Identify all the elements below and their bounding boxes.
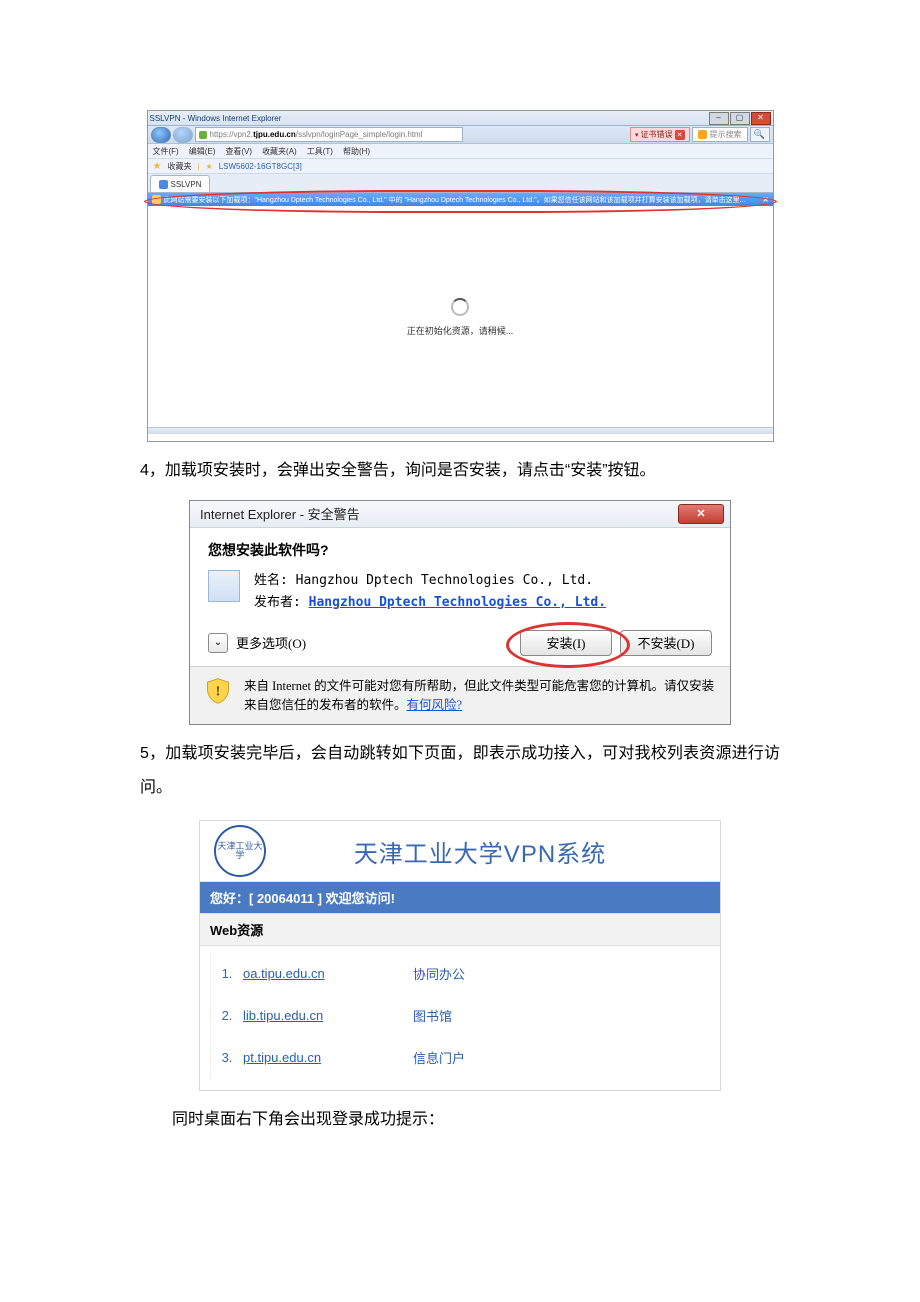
vpn-section-header: Web资源: [200, 913, 720, 946]
loading-text: 正在初始化资源，请稍候...: [407, 324, 514, 337]
info-bar-text: 此网站需要安装以下加载项："Hangzhou Dptech Technologi…: [164, 195, 746, 205]
addon-info-bar[interactable]: 此网站需要安装以下加载项："Hangzhou Dptech Technologi…: [148, 193, 773, 206]
favorites-label: 收藏夹: [167, 161, 191, 172]
vpn-resource-list: 1. oa.tipu.edu.cn 协同办公 2. lib.tipu.edu.c…: [200, 946, 720, 1090]
tab-label: SSLVPN: [171, 180, 202, 189]
publisher-link[interactable]: Hangzhou Dptech Technologies Co., Ltd.: [309, 595, 606, 610]
ie-window: SSLVPN - Windows Internet Explorer – ▢ ✕…: [147, 110, 774, 442]
vpn-row: 2. lib.tipu.edu.cn 图书馆: [210, 994, 710, 1036]
publisher-row: 发布者: Hangzhou Dptech Technologies Co., L…: [254, 592, 606, 614]
resource-link[interactable]: oa.tipu.edu.cn: [243, 966, 413, 981]
vpn-header: 天津工业大学 天津工业大学VPN系统: [200, 821, 720, 882]
addon-info-bar-wrap: 此网站需要安装以下加载项："Hangzhou Dptech Technologi…: [148, 193, 773, 207]
url-text: https://vpn2.tjpu.edu.cn/sslvpn/loginPag…: [210, 130, 423, 139]
menu-file[interactable]: 文件(F): [153, 146, 179, 157]
menu-tools[interactable]: 工具(T): [307, 146, 333, 157]
resource-desc: 信息门户: [413, 1048, 465, 1067]
address-bar[interactable]: https://vpn2.tjpu.edu.cn/sslvpn/loginPag…: [195, 127, 463, 142]
name-row: 姓名: Hangzhou Dptech Technologies Co., Lt…: [254, 570, 606, 592]
favorites-item[interactable]: LSW5602-16GT8GC[3]: [219, 162, 302, 171]
more-options-toggle[interactable]: ⌄: [208, 633, 228, 653]
dialog-titlebar: Internet Explorer - 安全警告 ✕: [190, 501, 730, 528]
search-box[interactable]: 提示搜索: [692, 127, 748, 142]
lock-icon: [199, 131, 207, 139]
star-small-icon: ★: [206, 162, 213, 171]
dialog-question: 您想安装此软件吗?: [208, 540, 712, 560]
risk-link[interactable]: 有何风险?: [407, 698, 463, 712]
forward-button[interactable]: [173, 127, 193, 143]
ie-window-title: SSLVPN - Windows Internet Explorer: [150, 114, 282, 123]
window-maximize-button[interactable]: ▢: [730, 112, 750, 125]
window-close-button[interactable]: ✕: [751, 112, 771, 125]
page-icon: [159, 180, 168, 189]
ie-nav-bar: https://vpn2.tjpu.edu.cn/sslvpn/loginPag…: [148, 126, 773, 144]
menu-view[interactable]: 查看(V): [225, 146, 252, 157]
bing-icon: [698, 130, 707, 139]
warning-text: 来自 Internet 的文件可能对您有所帮助，但此文件类型可能危害您的计算机。…: [244, 677, 716, 715]
window-minimize-button[interactable]: –: [709, 112, 729, 125]
ie-page-body: 正在初始化资源，请稍候...: [148, 207, 773, 427]
resource-link[interactable]: lib.tipu.edu.cn: [243, 1008, 413, 1023]
row-number: 3.: [211, 1050, 243, 1065]
row-number: 1.: [211, 966, 243, 981]
shield-icon: [152, 195, 161, 204]
tab-sslvpn[interactable]: SSLVPN: [150, 175, 211, 192]
install-button[interactable]: 安装(I): [520, 630, 612, 656]
back-button[interactable]: [151, 127, 171, 143]
step-5-text: 5，加载项安装完毕后，会自动跳转如下页面，即表示成功接入，可对我校列表资源进行访…: [140, 737, 780, 804]
resource-desc: 图书馆: [413, 1006, 452, 1025]
info-bar-close-icon[interactable]: ✕: [763, 196, 769, 204]
resource-desc: 协同办公: [413, 964, 465, 983]
loading-spinner-icon: [451, 298, 469, 316]
ie-status-bar: [148, 427, 773, 434]
vpn-welcome-bar: 您好：[ 20064011 ] 欢迎您访问!: [200, 882, 720, 913]
ie-titlebar: SSLVPN - Windows Internet Explorer – ▢ ✕: [148, 111, 773, 126]
ie-tab-strip: SSLVPN: [148, 174, 773, 193]
dialog-close-button[interactable]: ✕: [678, 504, 724, 524]
vpn-row: 1. oa.tipu.edu.cn 协同办公: [210, 952, 710, 994]
search-button[interactable]: 🔍: [750, 127, 770, 142]
vpn-title: 天津工业大学VPN系统: [280, 834, 720, 869]
dialog-warning-footer: ! 来自 Internet 的文件可能对您有所帮助，但此文件类型可能危害您的计算…: [190, 666, 730, 725]
ie-favorites-bar: ★ 收藏夹 | ★ LSW5602-16GT8GC[3]: [148, 159, 773, 174]
menu-favorites[interactable]: 收藏夹(A): [262, 146, 297, 157]
warning-shield-icon: !: [204, 677, 232, 705]
star-icon: ★: [153, 161, 162, 172]
vpn-logo: 天津工业大学: [200, 825, 280, 877]
search-placeholder: 提示搜索: [710, 129, 742, 140]
vpn-portal: 天津工业大学 天津工业大学VPN系统 您好：[ 20064011 ] 欢迎您访问…: [199, 820, 721, 1091]
vpn-row: 3. pt.tipu.edu.cn 信息门户: [210, 1036, 710, 1078]
ie-menu-bar: 文件(F) 编辑(E) 查看(V) 收藏夹(A) 工具(T) 帮助(H): [148, 144, 773, 159]
row-number: 2.: [211, 1008, 243, 1023]
cert-error-text: 证书错误: [641, 129, 673, 140]
cert-error-x-icon: ✕: [675, 130, 685, 140]
resource-link[interactable]: pt.tipu.edu.cn: [243, 1050, 413, 1065]
step-4-text: 4，加载项安装时，会弹出安全警告，询问是否安装，请点击“安装”按钮。: [140, 454, 780, 488]
menu-edit[interactable]: 编辑(E): [189, 146, 216, 157]
security-warning-dialog: Internet Explorer - 安全警告 ✕ 您想安装此软件吗? 姓名:…: [189, 500, 731, 726]
svg-text:!: !: [216, 684, 221, 699]
university-seal-icon: 天津工业大学: [214, 825, 266, 877]
certificate-error-badge[interactable]: ▾ 证书错误 ✕: [630, 127, 690, 142]
more-options-label: 更多选项(O): [236, 633, 306, 652]
dont-install-button[interactable]: 不安装(D): [620, 630, 712, 656]
installer-icon: [208, 570, 240, 602]
dialog-title: Internet Explorer - 安全警告: [200, 504, 360, 523]
menu-help[interactable]: 帮助(H): [343, 146, 370, 157]
footer-text: 同时桌面右下角会出现登录成功提示：: [140, 1103, 780, 1137]
